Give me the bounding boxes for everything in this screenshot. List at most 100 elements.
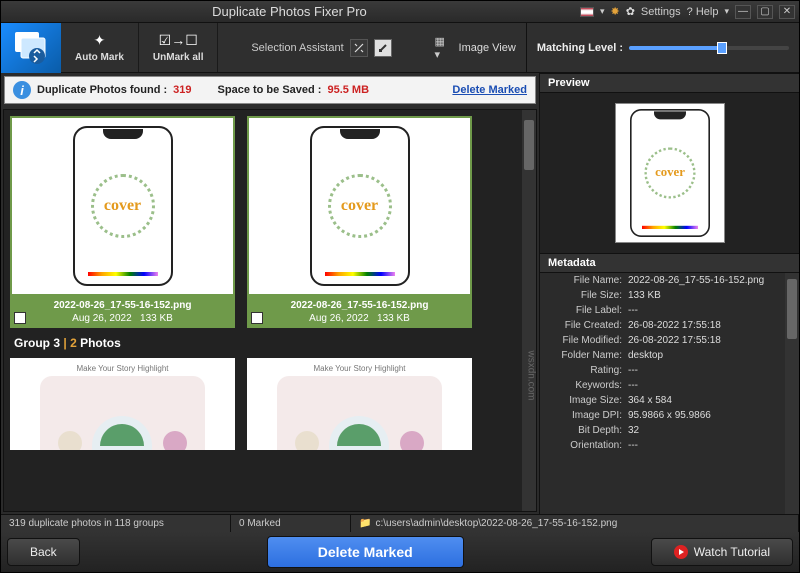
info-icon: i xyxy=(13,81,31,99)
scrollbar-handle[interactable] xyxy=(524,120,534,170)
thumbnail-checkbox[interactable] xyxy=(251,312,263,324)
scrollbar-handle[interactable] xyxy=(787,279,797,339)
thumbnail-scrollbar[interactable] xyxy=(522,110,536,511)
help-link[interactable]: ? Help xyxy=(687,6,719,18)
info-bar: i Duplicate Photos found : 319 Space to … xyxy=(4,76,536,104)
story-caption: Make Your Story Highlight xyxy=(247,364,472,373)
watch-tutorial-button[interactable]: Watch Tutorial xyxy=(651,538,793,566)
group-sep: | xyxy=(63,336,66,350)
delete-marked-button[interactable]: Delete Marked xyxy=(267,536,464,568)
delete-marked-link[interactable]: Delete Marked xyxy=(452,84,527,96)
metadata-row: File Created:26-08-2022 17:55:18 xyxy=(540,318,785,333)
metadata-value: --- xyxy=(628,365,638,376)
metadata-value: 2022-08-26_17-55-16-152.png xyxy=(628,275,764,286)
thumbnail-area: cover 2022-08-26_17-55-16-152.png Aug 26… xyxy=(3,109,537,512)
thumbnail-card[interactable]: cover 2022-08-26_17-55-16-152.png Aug 26… xyxy=(10,116,235,328)
image-view-label: Image View xyxy=(459,42,516,54)
language-flag-icon[interactable] xyxy=(580,7,594,17)
metadata-value: 26-08-2022 17:55:18 xyxy=(628,335,721,346)
thumbnail-meta-bar: 2022-08-26_17-55-16-152.png Aug 26, 2022… xyxy=(10,296,235,328)
metadata-value: --- xyxy=(628,380,638,391)
thumbnail-size: 133 KB xyxy=(140,313,173,324)
matching-level-slider[interactable] xyxy=(629,46,789,50)
metadata-value: 95.9866 x 95.9866 xyxy=(628,410,711,421)
unmark-all-button[interactable]: ☑→☐ UnMark all xyxy=(139,23,219,72)
preview-image: cover xyxy=(615,103,725,243)
preview-box: cover xyxy=(540,93,799,253)
metadata-key: Image Size: xyxy=(544,395,628,406)
language-dropdown-icon[interactable]: ▾ xyxy=(600,6,605,17)
status-path-cell: 📁 c:\users\admin\desktop\2022-08-26_17-5… xyxy=(351,515,799,532)
close-button[interactable]: ✕ xyxy=(779,5,795,19)
back-label: Back xyxy=(30,545,57,559)
delete-marked-label: Delete Marked xyxy=(318,544,413,560)
group-header: Group 3 | 2 Photos xyxy=(10,328,516,358)
toolbar: ✦ Auto Mark ☑→☐ UnMark all Selection Ass… xyxy=(1,23,799,73)
maximize-button[interactable]: ▢ xyxy=(757,5,773,19)
thumbnail-size: 133 KB xyxy=(377,313,410,324)
auto-mark-button[interactable]: ✦ Auto Mark xyxy=(61,23,139,72)
cover-text: cover xyxy=(341,197,378,215)
thumbnail-date: Aug 26, 2022 xyxy=(72,313,132,324)
preview-header: Preview xyxy=(540,73,799,93)
metadata-row: Rating:--- xyxy=(540,363,785,378)
assist-tool-1[interactable] xyxy=(350,39,368,57)
thumbnail-checkbox[interactable] xyxy=(14,312,26,324)
matching-level-label: Matching Level : xyxy=(537,42,623,54)
metadata-key: Rating: xyxy=(544,365,628,376)
metadata-scrollbar[interactable] xyxy=(785,273,799,514)
phone-mock-icon: cover xyxy=(310,126,410,286)
wand-icon: ✦ xyxy=(94,32,106,49)
matching-level-section: Matching Level : xyxy=(526,23,799,72)
unmark-icon: ☑→☐ xyxy=(159,32,198,49)
group-suffix: Photos xyxy=(80,336,121,350)
help-dropdown-icon[interactable]: ▾ xyxy=(724,6,729,17)
gear-icon[interactable]: ✿ xyxy=(626,5,635,18)
metadata-key: Bit Depth: xyxy=(544,425,628,436)
metadata-value: 133 KB xyxy=(628,290,661,301)
metadata-value: --- xyxy=(628,305,638,316)
achievement-icon[interactable]: ✸ xyxy=(610,5,619,18)
metadata-row: File Label:--- xyxy=(540,303,785,318)
metadata-key: File Name: xyxy=(544,275,628,286)
cover-text: cover xyxy=(104,197,141,215)
group-count: 2 xyxy=(70,336,77,350)
minimize-button[interactable]: — xyxy=(735,5,751,19)
status-bar: 319 duplicate photos in 118 groups 0 Mar… xyxy=(1,514,799,532)
metadata-key: File Modified: xyxy=(544,335,628,346)
metadata-key: Keywords: xyxy=(544,380,628,391)
metadata-row: File Name:2022-08-26_17-55-16-152.png xyxy=(540,273,785,288)
found-label: Duplicate Photos found : xyxy=(37,84,167,96)
back-button[interactable]: Back xyxy=(7,538,80,566)
thumbnail-card[interactable]: Make Your Story Highlight xyxy=(247,358,472,450)
watermark: wsxdn.com xyxy=(525,350,536,400)
selection-assistant-label: Selection Assistant xyxy=(251,42,343,54)
metadata-value: 26-08-2022 17:55:18 xyxy=(628,320,721,331)
metadata-row: Bit Depth:32 xyxy=(540,423,785,438)
thumbnail-image[interactable]: cover xyxy=(10,116,235,296)
cover-text: cover xyxy=(655,166,685,180)
thumbnail-card[interactable]: cover 2022-08-26_17-55-16-152.png Aug 26… xyxy=(247,116,472,328)
slider-thumb[interactable] xyxy=(717,42,727,54)
assist-tool-2[interactable] xyxy=(374,39,392,57)
status-marked: 0 Marked xyxy=(231,515,351,532)
metadata-header: Metadata xyxy=(540,253,799,273)
metadata-value: 32 xyxy=(628,425,639,436)
found-count: 319 xyxy=(173,84,191,96)
phone-mock-icon: cover xyxy=(630,109,710,237)
thumbnail-card[interactable]: Make Your Story Highlight xyxy=(10,358,235,450)
story-caption: Make Your Story Highlight xyxy=(10,364,235,373)
group-prefix: Group 3 xyxy=(14,336,60,350)
metadata-value: --- xyxy=(628,440,638,451)
metadata-key: File Created: xyxy=(544,320,628,331)
metadata-row: Image DPI:95.9866 x 95.9866 xyxy=(540,408,785,423)
app-logo xyxy=(1,23,61,73)
watch-tutorial-label: Watch Tutorial xyxy=(694,545,770,559)
settings-link[interactable]: Settings xyxy=(641,6,681,18)
thumbnail-image[interactable]: cover xyxy=(247,116,472,296)
thumbnail-filename: 2022-08-26_17-55-16-152.png xyxy=(291,300,429,311)
metadata-key: Image DPI: xyxy=(544,410,628,421)
auto-mark-label: Auto Mark xyxy=(75,52,124,63)
status-path: c:\users\admin\desktop\2022-08-26_17-55-… xyxy=(375,518,617,529)
grid-view-icon[interactable]: ▦ ▾ xyxy=(435,39,453,57)
